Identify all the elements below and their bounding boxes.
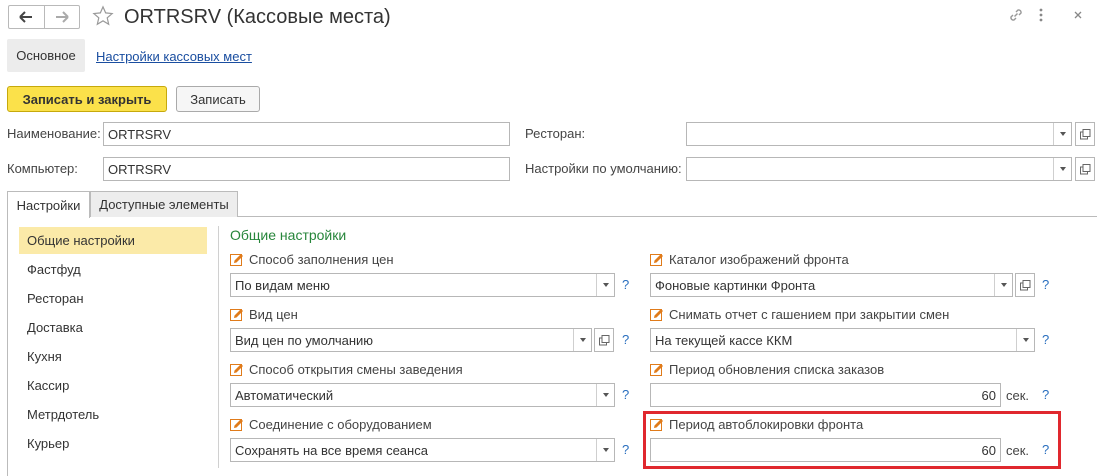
equipment-select[interactable]: Сохранять на все время сеанса (230, 438, 615, 462)
vertical-divider (218, 226, 219, 468)
equipment-label: Соединение с оборудованием (249, 417, 432, 432)
orders-refresh-label-row: Период обновления списка заказов (650, 362, 884, 377)
sidebar-item-restaurant[interactable]: Ресторан (19, 285, 207, 312)
image-catalog-label-row: Каталог изображений фронта (650, 252, 849, 267)
sidebar-item-delivery[interactable]: Доставка (19, 314, 207, 341)
open-form-icon (1079, 163, 1090, 174)
orders-refresh-label: Период обновления списка заказов (669, 362, 885, 377)
chevron-down-icon[interactable] (1053, 158, 1071, 180)
shift-open-label: Способ открытия смены заведения (249, 362, 463, 377)
open-form-icon (1019, 279, 1030, 290)
open-form-icon (598, 334, 609, 345)
sidebar-item-fastfood[interactable]: Фастфуд (19, 256, 207, 283)
price-type-label-row: Вид цен (230, 307, 298, 322)
help-icon[interactable]: ? (622, 387, 629, 402)
tab-available-elements[interactable]: Доступные элементы (90, 191, 238, 217)
computer-input[interactable]: ORTRSRV (103, 157, 510, 181)
window-title: ORTRSRV (Кассовые места) (124, 6, 391, 28)
help-icon[interactable]: ? (1042, 277, 1049, 292)
edit-pencil-icon (230, 253, 243, 266)
name-input[interactable]: ORTRSRV (103, 122, 510, 146)
sidebar-item-courier[interactable]: Курьер (19, 430, 207, 457)
section-main-tab[interactable]: Основное (7, 39, 85, 72)
edit-pencil-icon (230, 363, 243, 376)
chevron-down-icon[interactable] (573, 329, 591, 351)
edit-pencil-icon (650, 253, 663, 266)
price-type-label: Вид цен (249, 307, 298, 322)
orders-refresh-input[interactable]: 60 (650, 383, 1001, 407)
chevron-down-icon[interactable] (596, 384, 614, 406)
sidebar-item-maitre[interactable]: Метрдотель (19, 401, 207, 428)
history-nav (8, 5, 80, 29)
sidebar-item-general[interactable]: Общие настройки (19, 227, 207, 254)
price-fill-label: Способ заполнения цен (249, 252, 394, 267)
edit-pencil-icon (650, 363, 663, 376)
defaults-label: Настройки по умолчанию: (525, 161, 682, 176)
orders-refresh-unit: сек. (1006, 388, 1030, 403)
chevron-down-icon[interactable] (1016, 329, 1034, 351)
price-type-value: Вид цен по умолчанию (235, 332, 374, 348)
shift-open-value: Автоматический (235, 387, 334, 403)
help-icon[interactable]: ? (622, 332, 629, 347)
image-catalog-select[interactable]: Фоновые картинки Фронта (650, 273, 1013, 297)
arrow-left-icon (19, 11, 33, 23)
restaurant-open-button[interactable] (1075, 122, 1095, 146)
image-catalog-value: Фоновые картинки Фронта (655, 277, 816, 293)
help-icon[interactable]: ? (622, 277, 629, 292)
price-fill-value: По видам меню (235, 277, 330, 293)
price-fill-label-row: Способ заполнения цен (230, 252, 394, 267)
report-close-label-row: Снимать отчет с гашением при закрытии см… (650, 307, 949, 322)
help-icon[interactable]: ? (1042, 332, 1049, 347)
equipment-value: Сохранять на все время сеанса (235, 442, 428, 458)
edit-pencil-icon (230, 308, 243, 321)
group-title: Общие настройки (230, 227, 347, 243)
highlight-frame (643, 411, 1061, 469)
favorite-star-icon[interactable] (92, 5, 114, 30)
image-catalog-open-button[interactable] (1015, 273, 1035, 297)
report-close-label: Снимать отчет с гашением при закрытии см… (669, 307, 950, 322)
chevron-down-icon[interactable] (596, 439, 614, 461)
report-close-select[interactable]: На текущей кассе ККМ (650, 328, 1035, 352)
defaults-open-button[interactable] (1075, 157, 1095, 181)
chevron-down-icon[interactable] (1053, 123, 1071, 145)
more-icon[interactable] (1037, 6, 1045, 27)
name-label: Наименование: (7, 126, 101, 141)
defaults-select[interactable] (686, 157, 1072, 181)
shift-open-select[interactable]: Автоматический (230, 383, 615, 407)
chevron-down-icon[interactable] (994, 274, 1012, 296)
open-form-icon (1079, 128, 1090, 139)
restaurant-label: Ресторан: (525, 126, 586, 141)
equipment-label-row: Соединение с оборудованием (230, 417, 432, 432)
image-catalog-label: Каталог изображений фронта (669, 252, 849, 267)
edit-pencil-icon (650, 308, 663, 321)
sidebar-item-kitchen[interactable]: Кухня (19, 343, 207, 370)
save-and-close-button[interactable]: Записать и закрыть (7, 86, 167, 112)
forward-button[interactable] (43, 6, 80, 28)
price-type-open-button[interactable] (594, 328, 614, 352)
shift-open-label-row: Способ открытия смены заведения (230, 362, 463, 377)
save-button[interactable]: Записать (176, 86, 260, 112)
price-type-select[interactable]: Вид цен по умолчанию (230, 328, 592, 352)
price-fill-select[interactable]: По видам меню (230, 273, 615, 297)
back-button[interactable] (9, 6, 44, 28)
tab-settings[interactable]: Настройки (7, 191, 90, 218)
link-icon[interactable] (1007, 6, 1025, 27)
help-icon[interactable]: ? (1042, 387, 1049, 402)
computer-label: Компьютер: (7, 161, 78, 176)
restaurant-select[interactable] (686, 122, 1072, 146)
sidebar-item-cashier[interactable]: Кассир (19, 372, 207, 399)
chevron-down-icon[interactable] (596, 274, 614, 296)
settings-link[interactable]: Настройки кассовых мест (96, 49, 252, 64)
close-icon[interactable] (1070, 6, 1086, 27)
arrow-right-icon (55, 11, 69, 23)
edit-pencil-icon (230, 418, 243, 431)
report-close-value: На текущей кассе ККМ (655, 332, 793, 348)
help-icon[interactable]: ? (622, 442, 629, 457)
